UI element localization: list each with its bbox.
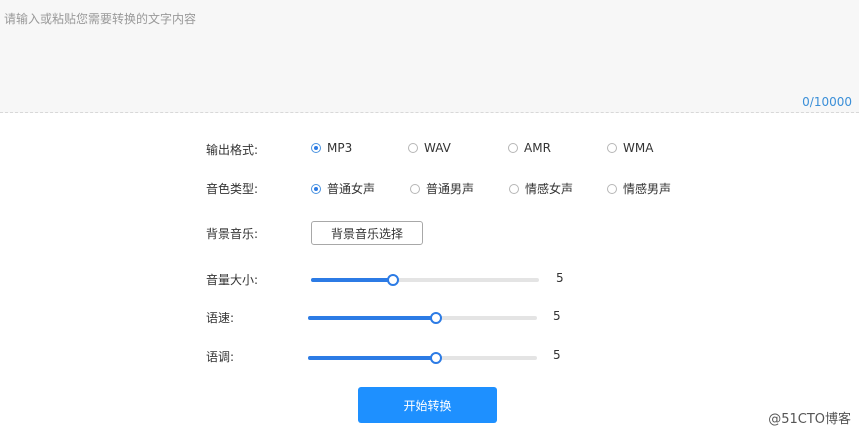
volume-value: 5	[556, 271, 564, 285]
slider-handle[interactable]	[430, 352, 443, 364]
voice-type-label: 音色类型:	[206, 182, 259, 196]
pitch-slider[interactable]	[308, 351, 537, 365]
speed-slider[interactable]	[308, 311, 537, 325]
slider-handle[interactable]	[387, 274, 400, 286]
speed-value: 5	[553, 309, 561, 323]
char-counter: 0/10000	[802, 95, 852, 109]
watermark: @51CTO博客	[768, 412, 851, 427]
radio-unchecked-icon	[508, 143, 518, 153]
format-option-label: WMA	[623, 141, 654, 155]
text-input-area: 0/10000	[0, 0, 859, 113]
background-music-label: 背景音乐:	[206, 227, 259, 241]
slider-fill	[308, 316, 437, 320]
radio-checked-icon	[311, 183, 321, 194]
voice-option-emotional-female[interactable]: 情感女声	[509, 180, 573, 197]
start-convert-button[interactable]: 开始转换	[358, 387, 497, 423]
voice-option-female[interactable]: 普通女声	[311, 180, 375, 197]
text-input[interactable]	[0, 0, 859, 112]
select-music-button[interactable]: 背景音乐选择	[311, 221, 423, 245]
radio-unchecked-icon	[410, 183, 420, 194]
voice-option-label: 情感女声	[525, 182, 574, 196]
pitch-label: 语调:	[206, 350, 235, 364]
voice-option-label: 普通男声	[426, 182, 475, 196]
voice-option-label: 情感男声	[623, 182, 672, 196]
volume-slider[interactable]	[311, 273, 539, 287]
format-option-mp3[interactable]: MP3	[311, 141, 352, 155]
format-option-wma[interactable]: WMA	[607, 141, 653, 155]
output-format-label: 输出格式:	[206, 143, 259, 157]
radio-unchecked-icon	[607, 143, 617, 153]
radio-checked-icon	[311, 143, 321, 153]
radio-unchecked-icon	[607, 183, 617, 194]
volume-label: 音量大小:	[206, 273, 259, 287]
format-option-label: WAV	[424, 141, 451, 155]
pitch-value: 5	[553, 348, 561, 362]
speed-label: 语速:	[206, 311, 235, 325]
slider-fill	[311, 278, 394, 282]
format-option-amr[interactable]: AMR	[508, 141, 551, 155]
voice-option-emotional-male[interactable]: 情感男声	[607, 180, 671, 197]
format-option-label: AMR	[524, 141, 551, 155]
voice-option-label: 普通女声	[327, 182, 376, 196]
slider-handle[interactable]	[430, 312, 443, 324]
radio-unchecked-icon	[408, 143, 418, 153]
radio-unchecked-icon	[509, 183, 519, 194]
slider-fill	[308, 356, 437, 360]
format-option-label: MP3	[327, 141, 353, 155]
voice-option-male[interactable]: 普通男声	[410, 180, 474, 197]
format-option-wav[interactable]: WAV	[408, 141, 451, 155]
